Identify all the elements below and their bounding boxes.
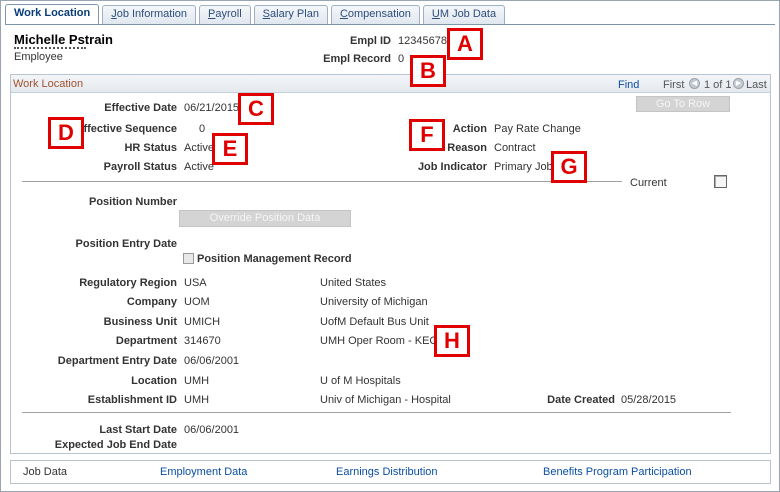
annotation-marker-c: C <box>238 93 274 125</box>
row-count: 1 of 1 <box>704 79 732 91</box>
establishment-id-value: UMH <box>184 394 210 406</box>
establishment-id-label: Establishment ID <box>87 394 177 406</box>
annotation-marker-f: F <box>409 119 445 151</box>
footer-earnings-distribution-link[interactable]: Earnings Distribution <box>336 466 438 478</box>
footer-job-data: Job Data <box>23 466 68 478</box>
regulatory-region-desc: United States <box>320 277 387 289</box>
department-entry-date-label: Department Entry Date <box>57 355 177 367</box>
current-label: Current <box>630 177 667 189</box>
job-data-window: Work Location Job Information Payroll Sa… <box>0 0 780 492</box>
override-position-data-button[interactable]: Override Position Data <box>179 210 351 227</box>
empl-id-label: Empl ID <box>350 35 391 47</box>
tab-compensation[interactable]: Compensation <box>330 5 420 24</box>
effective-date-label: Effective Date <box>104 102 177 114</box>
tab-salary-plan[interactable]: Salary Plan <box>253 5 328 24</box>
go-to-row-button[interactable]: Go To Row <box>636 96 730 112</box>
location-value: UMH <box>184 375 210 387</box>
payroll-status-label: Payroll Status <box>103 161 177 173</box>
footer-employment-data-link[interactable]: Employment Data <box>160 466 247 478</box>
hr-status-value: Active <box>184 142 214 154</box>
empl-record-label: Empl Record <box>323 53 391 65</box>
annotation-marker-e: E <box>212 133 248 165</box>
job-indicator-label: Job Indicator <box>417 161 487 173</box>
company-desc: University of Michigan <box>320 296 428 308</box>
current-checkbox[interactable] <box>714 175 727 188</box>
previous-row-icon[interactable]: ◀ <box>689 78 700 89</box>
tab-um-job-data[interactable]: UM Job Data <box>422 5 506 24</box>
position-number-label: Position Number <box>88 196 177 208</box>
annotation-marker-b: B <box>410 55 446 87</box>
date-created-label: Date Created <box>547 394 615 406</box>
date-created-value: 05/28/2015 <box>621 394 677 406</box>
position-management-label: Position Management Record <box>197 253 352 265</box>
tab-divider <box>5 24 775 25</box>
position-management-checkbox[interactable] <box>183 253 194 264</box>
annotation-marker-d: D <box>48 117 84 149</box>
first-label: First <box>663 79 685 91</box>
lower-divider <box>22 412 731 413</box>
tab-payroll[interactable]: Payroll <box>199 5 251 24</box>
tab-bar: Work Location Job Information Payroll Sa… <box>5 4 508 25</box>
company-label: Company <box>126 296 177 308</box>
find-link[interactable]: Find <box>618 79 639 91</box>
action-value: Pay Rate Change <box>494 123 581 135</box>
tab-job-information[interactable]: Job Information <box>102 5 197 24</box>
last-label: Last <box>746 79 767 91</box>
department-label: Department <box>115 335 177 347</box>
section-title: Work Location <box>13 78 84 90</box>
annotation-marker-a: A <box>447 28 483 60</box>
effective-sequence-value: 0 <box>199 123 206 135</box>
business-unit-label: Business Unit <box>103 316 177 328</box>
expected-job-end-date-label: Expected Job End Date <box>54 439 177 451</box>
section-header: Work Location Find First ◀ 1 of 1 ▶ Last <box>11 75 770 93</box>
location-desc: U of M Hospitals <box>320 375 401 387</box>
payroll-status-value: Active <box>184 161 214 173</box>
tab-work-location[interactable]: Work Location <box>5 4 100 25</box>
last-start-date-label: Last Start Date <box>99 424 177 436</box>
footer-benefits-program-link[interactable]: Benefits Program Participation <box>543 466 692 478</box>
empl-id-value: 12345678 <box>398 35 447 47</box>
employee-name-underline <box>14 47 86 49</box>
regulatory-region-label: Regulatory Region <box>79 277 177 289</box>
location-label: Location <box>131 375 177 387</box>
regulatory-region-value: USA <box>184 277 207 289</box>
page-footer: Job Data Employment Data Earnings Distri… <box>10 460 771 484</box>
work-location-section: Work Location Find First ◀ 1 of 1 ▶ Last… <box>10 74 771 454</box>
next-row-icon[interactable]: ▶ <box>733 78 744 89</box>
department-desc: UMH Oper Room - KEC <box>320 335 438 347</box>
empl-record-value: 0 <box>398 53 405 65</box>
annotation-marker-h: H <box>434 325 470 357</box>
position-entry-date-label: Position Entry Date <box>75 238 177 250</box>
department-value: 314670 <box>184 335 221 347</box>
company-value: UOM <box>184 296 210 308</box>
establishment-id-desc: Univ of Michigan - Hospital <box>320 394 451 406</box>
business-unit-desc: UofM Default Bus Unit <box>320 316 429 328</box>
reason-value: Contract <box>494 142 536 154</box>
effective-date-value: 06/21/2015 <box>184 102 240 114</box>
job-indicator-value: Primary Job <box>494 161 553 173</box>
department-entry-date-value: 06/06/2001 <box>184 355 240 367</box>
annotation-marker-g: G <box>551 151 587 183</box>
last-start-date-value: 06/06/2001 <box>184 424 240 436</box>
business-unit-value: UMICH <box>184 316 221 328</box>
upper-divider <box>22 181 622 182</box>
employee-name: Michelle Pstrain <box>14 32 113 47</box>
employee-role: Employee <box>14 51 63 63</box>
